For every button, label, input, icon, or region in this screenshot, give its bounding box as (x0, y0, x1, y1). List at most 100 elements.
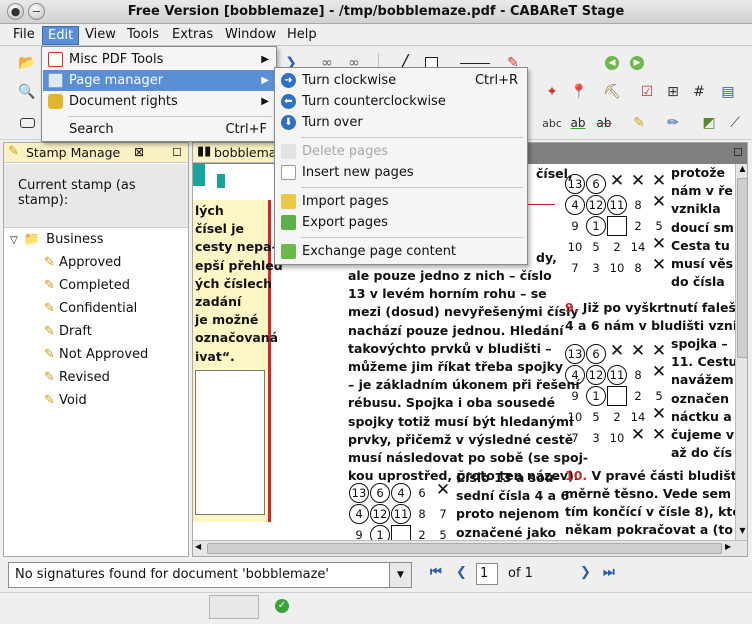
menu-edit[interactable]: Edit (42, 26, 80, 45)
dropdown-arrow-icon[interactable]: ▼ (389, 563, 411, 587)
forward-green-icon[interactable]: ▶ (628, 54, 646, 72)
tree-item-void[interactable]: ✎ Void (44, 391, 87, 411)
menu-turn-over[interactable]: ⬇ Turn over (276, 112, 526, 133)
maze-cell: 2 (634, 219, 642, 233)
menu-turn-clockwise[interactable]: ➜ Turn clockwise Ctrl+R (276, 70, 526, 91)
menu-page-manager[interactable]: Page manager ▶ (43, 70, 275, 91)
left-column-line: ivat“. (195, 348, 235, 364)
main-column-line: 13 v levém horním rohu – se (348, 286, 547, 302)
tree-item-confidential[interactable]: ✎ Confidential (44, 299, 137, 319)
menu-import-pages[interactable]: Import pages (276, 191, 526, 212)
main-column-bottom-line: označené jako (456, 524, 557, 540)
eraser-icon[interactable]: ◩ (700, 114, 718, 132)
tree-item-approved[interactable]: ✎ Approved (44, 253, 121, 273)
maze-cell (391, 525, 411, 540)
left-column-line: cesty nepa- (195, 239, 277, 255)
maze-cell: 10 (567, 240, 583, 254)
stamp-tool-icon[interactable]: ⛏ (603, 83, 621, 101)
select-icon[interactable]: ▤ (719, 83, 737, 101)
close-tab-icon[interactable]: ⊠ (134, 145, 144, 159)
previous-page-icon[interactable]: ❮ (456, 565, 467, 580)
menu-export-pages[interactable]: Export pages (276, 212, 526, 233)
maximize-document-icon[interactable]: ◻ (733, 144, 743, 158)
maze-cell: 5 (655, 389, 663, 403)
menu-insert-new-pages[interactable]: Insert new pages (276, 162, 526, 183)
table-icon[interactable]: ⊞ (664, 83, 682, 101)
tree-item-not-approved[interactable]: ✎ Not Approved (44, 345, 148, 365)
document-tab[interactable]: ▮▮ bobblemaze (193, 143, 275, 163)
main-column-text: ale pouze jedno z nich – číslo 13 v levém… (348, 267, 588, 485)
menu-help[interactable]: Help (282, 26, 322, 45)
maze-cell: 5 (655, 219, 663, 233)
scroll-up-icon[interactable]: ▲ (737, 164, 747, 176)
ruler-icon[interactable]: ⟋ (726, 114, 744, 132)
scroll-left-icon[interactable]: ◀ (195, 542, 201, 551)
zoom-icon[interactable]: 🔍 (18, 83, 36, 101)
tree-folder-business[interactable]: ▽ 📁 Business (10, 230, 104, 250)
menu-label: Turn counterclockwise (302, 94, 446, 109)
maze-cell: 1 (586, 216, 606, 236)
page-number-input[interactable]: 1 (476, 563, 498, 585)
pushpin-icon[interactable]: ✦ (543, 83, 561, 101)
stamp-icon: ✎ (44, 278, 55, 293)
menu-misc-pdf-tools[interactable]: Misc PDF Tools ▶ (43, 49, 275, 70)
horizontal-scrollbar[interactable]: ◀ ▶ (193, 540, 747, 556)
vertical-scrollbar[interactable]: ▲ ▼ (735, 164, 747, 540)
back-green-icon[interactable]: ◀ (603, 54, 621, 72)
import-pages-icon (281, 194, 296, 209)
status-row: No signatures found for document 'bobble… (0, 559, 752, 591)
text-abc-icon[interactable]: abc (542, 114, 562, 132)
scroll-down-icon[interactable]: ▼ (737, 526, 747, 538)
horizontal-scroll-thumb[interactable] (207, 543, 722, 554)
maze-cell: 6 (586, 174, 606, 194)
menu-shortcut: Ctrl+F (225, 122, 267, 137)
maze-cell: 10 (609, 261, 625, 275)
menu-turn-counterclockwise[interactable]: ⬅ Turn counterclockwise (276, 91, 526, 112)
tree-item-revised[interactable]: ✎ Revised (44, 368, 110, 388)
stamp-icon: ✎ (8, 144, 19, 159)
tree-item-completed[interactable]: ✎ Completed (44, 276, 130, 296)
vertical-scroll-thumb[interactable] (737, 178, 747, 358)
open-icon[interactable]: 📂 (18, 54, 36, 72)
scroll-right-icon[interactable]: ▶ (725, 542, 731, 551)
strikeout-text-icon[interactable]: ab (595, 114, 613, 132)
tree-item-draft[interactable]: ✎ Draft (44, 322, 92, 342)
signature-combo[interactable]: No signatures found for document 'bobble… (8, 562, 412, 588)
menu-search[interactable]: Search Ctrl+F (43, 119, 275, 140)
menu-file[interactable]: File (8, 26, 40, 45)
page-total: of 1 (508, 566, 533, 581)
item-10-heading: 10. V pravé části bludiště je ji (565, 467, 735, 485)
expand-arrow-icon[interactable]: ▽ (10, 235, 18, 246)
maze-cell: 11 (391, 504, 411, 524)
menu-view[interactable]: View (80, 26, 121, 45)
main-column-line: nachází pouze jednou. Hledání (348, 322, 564, 338)
stamp-manager-tab[interactable]: ✎ Stamp Manage ⊠ ◻ (4, 143, 188, 163)
pencil-icon[interactable]: ✏ (664, 114, 682, 132)
maze-cell: 2 (613, 240, 621, 254)
menu-window[interactable]: Window (220, 26, 281, 45)
highlighter-icon[interactable]: ✎ (630, 114, 648, 132)
menu-document-rights[interactable]: Document rights ▶ (43, 91, 275, 112)
first-page-icon[interactable]: ⏮ (430, 565, 442, 580)
grid-icon[interactable]: # (690, 83, 708, 101)
item-9-text: spojka – 11. Cestu navážem označen náctku a č… (671, 335, 735, 462)
lock-icon (48, 94, 63, 109)
maze-cell: 2 (613, 410, 621, 424)
menu-bar: File Edit View Tools Extras Window Help (0, 24, 752, 46)
underline-text-icon[interactable]: ab (569, 114, 587, 132)
menu-exchange-page-content[interactable]: Exchange page content (276, 241, 526, 262)
tree-item-label: Confidential (59, 301, 138, 316)
next-page-icon[interactable]: ❯ (580, 565, 591, 580)
menu-extras[interactable]: Extras (167, 26, 218, 45)
checklist-icon[interactable]: ☑ (638, 83, 656, 101)
menu-tools[interactable]: Tools (122, 26, 164, 45)
maximize-panel-icon[interactable]: ◻ (172, 144, 182, 158)
teal-graphic (193, 164, 205, 186)
attachment-icon[interactable]: 📍 (570, 83, 588, 101)
rounded-rect-icon[interactable] (18, 114, 36, 132)
maze-cell: 5 (592, 410, 600, 424)
pdf-tools-icon (48, 52, 63, 67)
item-9-line: čujeme v (671, 427, 735, 443)
last-page-icon[interactable]: ⏭ (603, 565, 615, 580)
maze-cell: 12 (370, 504, 390, 524)
